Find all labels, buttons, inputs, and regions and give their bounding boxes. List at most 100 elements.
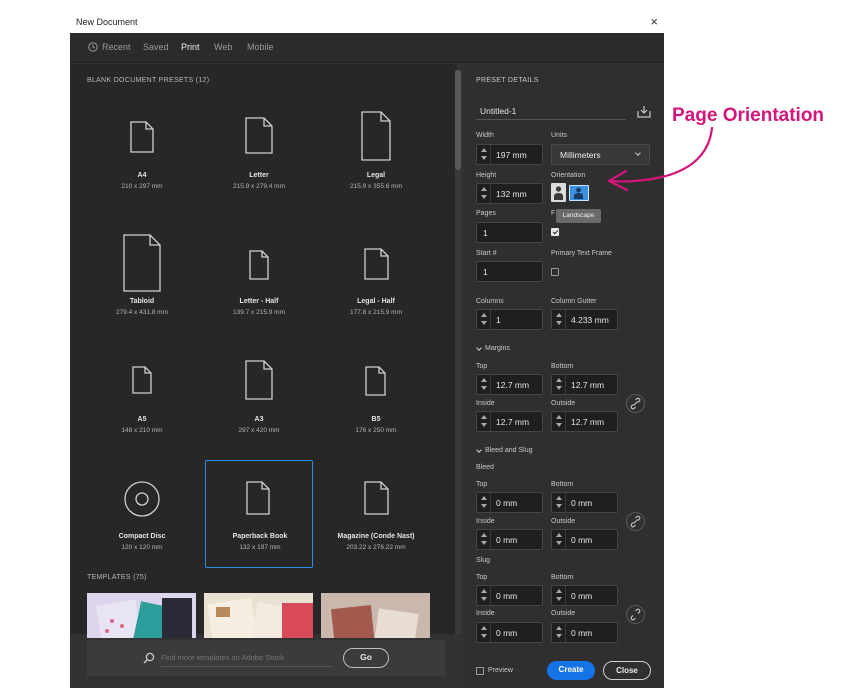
- tab-mobile[interactable]: Mobile: [247, 42, 274, 52]
- bleed-top-field[interactable]: 0 mm: [476, 492, 543, 513]
- preset-dims: 210 x 297 mm: [121, 183, 163, 190]
- slug-label: Slug: [476, 557, 491, 564]
- link-icon: [630, 397, 641, 410]
- portrait-icon: [554, 186, 563, 200]
- slug-inside-field[interactable]: 0 mm: [476, 622, 543, 643]
- bleed-outside-stepper[interactable]: [552, 530, 566, 549]
- margin-inside-field[interactable]: 12.7 mm: [476, 411, 543, 432]
- margin-top-field[interactable]: 12.7 mm: [476, 374, 543, 395]
- disc-icon: [124, 481, 160, 517]
- go-button[interactable]: Go: [343, 648, 389, 668]
- slug-outside-field[interactable]: 0 mm: [551, 622, 618, 643]
- margin-outside-field[interactable]: 12.7 mm: [551, 411, 618, 432]
- height-stepper[interactable]: [477, 184, 491, 203]
- width-stepper[interactable]: [477, 145, 491, 164]
- margins-link-button[interactable]: [626, 394, 645, 413]
- slug-top-stepper[interactable]: [477, 586, 491, 605]
- document-name-value: Untitled-1: [480, 106, 517, 116]
- columns-field[interactable]: 1: [476, 309, 543, 330]
- margin-inside-stepper[interactable]: [477, 412, 491, 431]
- margin-top-value: 12.7 mm: [496, 380, 530, 390]
- document-icon: [123, 234, 161, 292]
- portrait-button[interactable]: [551, 183, 566, 202]
- bleed-inside-stepper[interactable]: [477, 530, 491, 549]
- bleed-top-stepper[interactable]: [477, 493, 491, 512]
- close-label: Close: [616, 666, 638, 675]
- scrollbar-thumb[interactable]: [455, 70, 461, 170]
- gutter-field[interactable]: 4.233 mm: [551, 309, 618, 330]
- preset-name: B5: [371, 416, 381, 423]
- tab-saved[interactable]: Saved: [143, 42, 169, 52]
- preset-a4[interactable]: A4 210 x 297 mm: [88, 106, 196, 214]
- preset-tabloid[interactable]: Tabloid 279.4 x 431.8 mm: [88, 224, 196, 332]
- landscape-icon: [574, 187, 583, 199]
- category-tabs: Recent Saved Print Web Mobile: [70, 33, 664, 63]
- bleed-link-button[interactable]: [626, 512, 645, 531]
- margin-top-stepper[interactable]: [477, 375, 491, 394]
- slug-inside-stepper[interactable]: [477, 623, 491, 642]
- pages-field[interactable]: 1: [476, 222, 543, 243]
- preset-legal-half[interactable]: Legal - Half 177.8 x 215.9 mm: [322, 224, 430, 332]
- start-page-field[interactable]: 1: [476, 261, 543, 282]
- annotation-arrow-icon: [607, 126, 714, 192]
- preset-paperback-book[interactable]: Paperback Book 132 x 197 mm: [205, 460, 313, 568]
- preset-b5[interactable]: B5 176 x 250 mm: [322, 342, 430, 450]
- create-button[interactable]: Create: [547, 661, 595, 680]
- preset-letter[interactable]: Letter 215.9 x 279.4 mm: [205, 106, 313, 214]
- start-label: Start #: [476, 250, 497, 257]
- bleed-bottom-value: 0 mm: [571, 498, 593, 508]
- margin-outside-stepper[interactable]: [552, 412, 566, 431]
- tab-recent[interactable]: Recent: [88, 42, 131, 52]
- create-label: Create: [558, 665, 584, 674]
- slug-outside-stepper[interactable]: [552, 623, 566, 642]
- chevron-down-icon: [476, 345, 482, 351]
- bleed-inside-field[interactable]: 0 mm: [476, 529, 543, 550]
- save-preset-icon[interactable]: [637, 105, 651, 118]
- width-field[interactable]: 197 mm: [476, 144, 543, 165]
- preset-compact-disc[interactable]: Compact Disc 120 x 120 mm: [88, 460, 196, 568]
- template-thumbnail[interactable]: [87, 593, 196, 638]
- preset-name: Letter: [249, 172, 269, 179]
- presets-scrollbar[interactable]: [455, 70, 461, 634]
- slug-bottom-field[interactable]: 0 mm: [551, 585, 618, 606]
- template-thumbnail[interactable]: [321, 593, 430, 638]
- width-value: 197 mm: [496, 150, 527, 160]
- preset-magazine[interactable]: Magazine (Conde Nast) 203.22 x 276.22 mm: [322, 460, 430, 568]
- clock-icon: [88, 42, 98, 52]
- search-icon: [143, 652, 155, 664]
- slug-bottom-stepper[interactable]: [552, 586, 566, 605]
- document-name-field[interactable]: Untitled-1: [476, 102, 626, 120]
- bleed-outside-field[interactable]: 0 mm: [551, 529, 618, 550]
- slug-top-field[interactable]: 0 mm: [476, 585, 543, 606]
- close-icon[interactable]: ×: [650, 14, 658, 29]
- preset-details-title: PRESET DETAILS: [476, 77, 539, 84]
- presets-title: BLANK DOCUMENT PRESETS: [87, 77, 194, 84]
- margin-bottom-field[interactable]: 12.7 mm: [551, 374, 618, 395]
- tab-web[interactable]: Web: [214, 42, 232, 52]
- tab-print[interactable]: Print: [181, 42, 200, 52]
- preset-a3[interactable]: A3 297 x 420 mm: [205, 342, 313, 450]
- bleed-bottom-field[interactable]: 0 mm: [551, 492, 618, 513]
- close-button[interactable]: Close: [603, 661, 651, 680]
- primary-text-frame-label: Primary Text Frame: [551, 250, 612, 257]
- margin-bottom-stepper[interactable]: [552, 375, 566, 394]
- document-icon: [246, 481, 270, 515]
- stock-search-input[interactable]: [161, 649, 333, 667]
- columns-stepper[interactable]: [477, 310, 491, 329]
- preset-a5[interactable]: A5 148 x 210 mm: [88, 342, 196, 450]
- facing-pages-checkbox[interactable]: [551, 228, 559, 236]
- bleed-label: Bleed: [476, 464, 494, 471]
- document-icon: [245, 360, 273, 400]
- preset-letter-half[interactable]: Letter - Half 139.7 x 215.9 mm: [205, 224, 313, 332]
- template-thumbnail[interactable]: [204, 593, 313, 638]
- slug-link-button[interactable]: [626, 605, 645, 624]
- landscape-button[interactable]: [569, 185, 589, 201]
- pages-label: Pages: [476, 210, 496, 217]
- height-field[interactable]: 132 mm: [476, 183, 543, 204]
- bleed-bottom-stepper[interactable]: [552, 493, 566, 512]
- gutter-label: Column Gutter: [551, 298, 597, 305]
- primary-text-frame-checkbox[interactable]: [551, 268, 559, 276]
- preview-checkbox[interactable]: [476, 667, 484, 675]
- gutter-stepper[interactable]: [552, 310, 566, 329]
- preset-legal[interactable]: Legal 215.9 x 355.6 mm: [322, 106, 430, 214]
